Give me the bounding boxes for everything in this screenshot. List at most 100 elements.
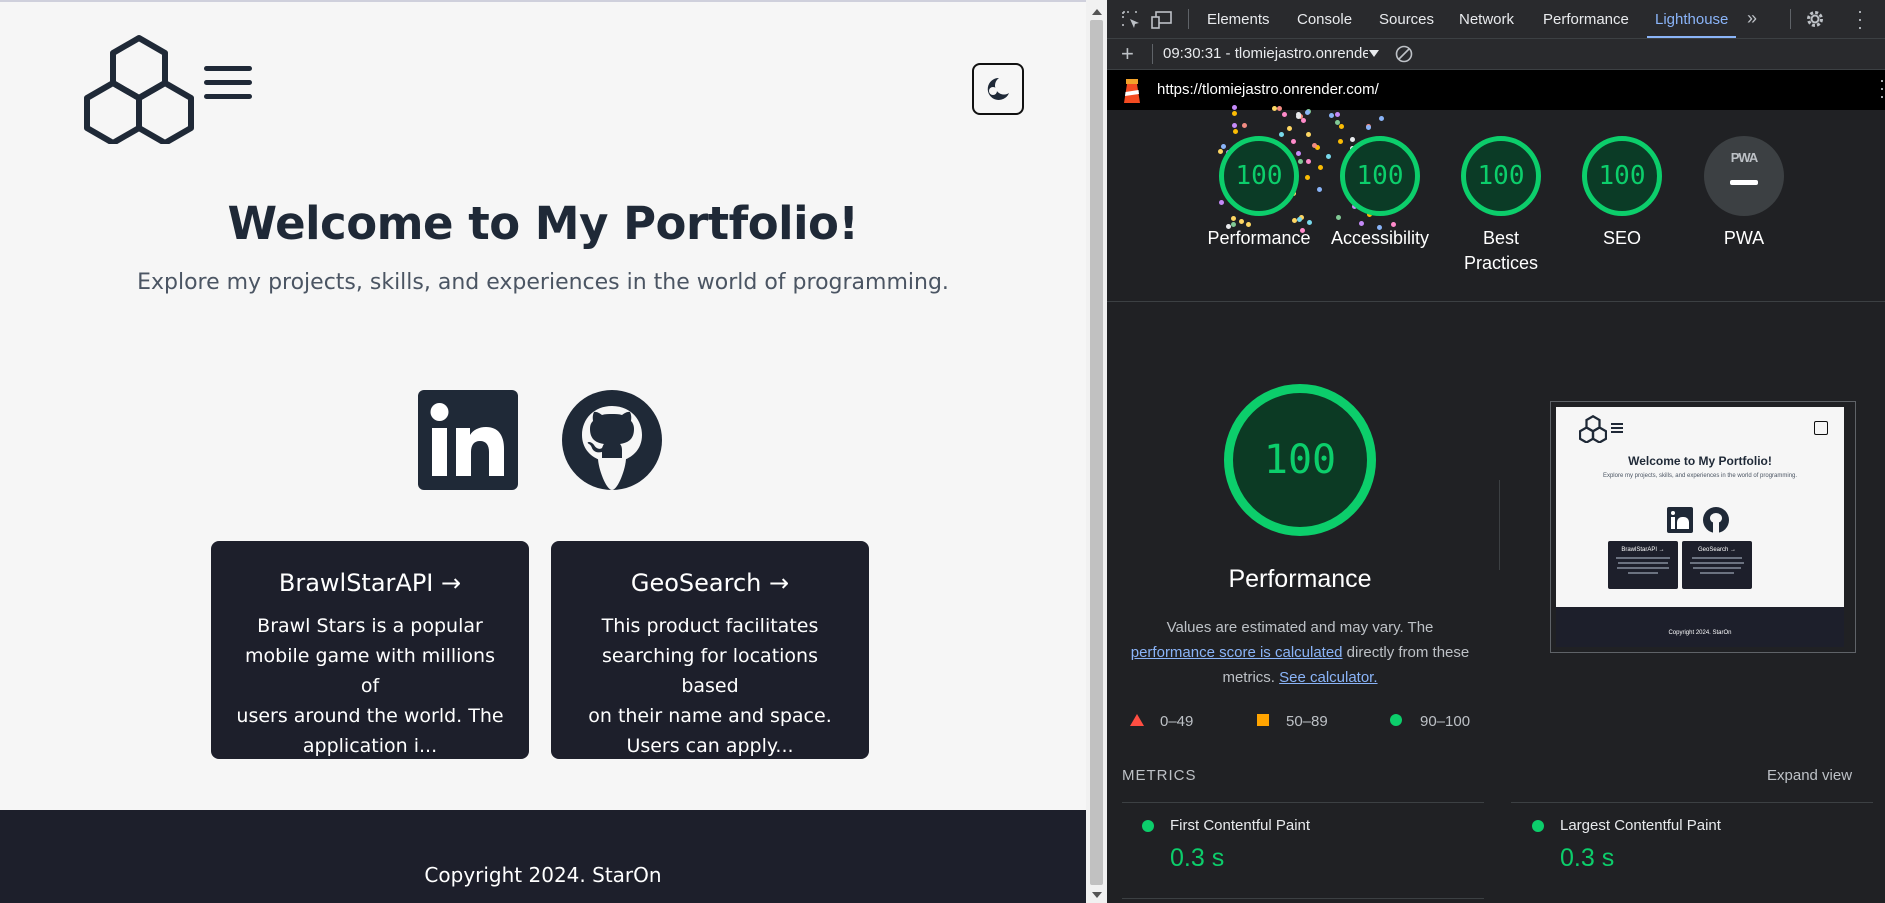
report-url-bar: https://tlomiejastro.onrender.com/ · · · [1107, 70, 1885, 110]
confetti-dot [1349, 136, 1355, 142]
thumbnail-page: Welcome to My Portfolio! Explore my proj… [1556, 407, 1844, 619]
metric-pass-circle-icon [1142, 820, 1154, 832]
confetti-dot [1218, 148, 1224, 154]
report-selector[interactable]: 09:30:31 - tlomiejastro.onrendе [1163, 45, 1368, 62]
thumbnail-hamburger-icon [1611, 423, 1623, 433]
metric-value-lcp: 0.3 s [1560, 844, 1615, 872]
confetti-dot [1241, 123, 1247, 129]
card-description: This product facilitates searching for l… [588, 615, 832, 757]
confetti-dot [1221, 144, 1227, 150]
hexagon-logo-icon[interactable] [83, 34, 195, 149]
new-report-plus-icon[interactable]: + [1121, 41, 1134, 67]
hamburger-menu-icon[interactable] [204, 66, 252, 108]
metric-pass-circle-icon [1532, 820, 1544, 832]
more-tabs-chevron-icon[interactable]: » [1747, 8, 1757, 29]
github-icon[interactable] [562, 390, 662, 495]
kebab-menu-icon[interactable]: · · · [1857, 2, 1863, 36]
confetti-dot [1316, 186, 1322, 192]
page-scrollbar[interactable] [1086, 0, 1107, 903]
confetti-dot [1232, 129, 1238, 135]
lighthouse-report: 100 Performance 100 Accessibility 100 Be… [1107, 104, 1885, 903]
inspect-element-icon[interactable] [1121, 10, 1141, 30]
tab-performance[interactable]: Performance [1543, 0, 1629, 38]
fail-triangle-icon [1130, 714, 1144, 726]
confetti-dot [1298, 159, 1304, 165]
performance-note: Values are estimated and may vary. The p… [1130, 619, 1470, 686]
project-card-brawlstarapi[interactable]: BrawlStarAPI → Brawl Stars is a popular … [211, 541, 529, 759]
confetti-dot [1366, 125, 1372, 131]
report-menu-kebab-icon[interactable]: · · · [1879, 71, 1885, 105]
page-screenshot-thumbnail[interactable]: Welcome to My Portfolio! Explore my proj… [1550, 401, 1856, 653]
best-practices-score-gauge[interactable]: 100 [1461, 136, 1541, 216]
confetti-dot [1306, 159, 1312, 165]
pwa-dash-icon [1730, 180, 1758, 185]
gear-icon[interactable] [1805, 9, 1825, 29]
accessibility-score-gauge[interactable]: 100 [1340, 136, 1420, 216]
thumbnail-github-icon [1703, 507, 1729, 533]
gauge-label-accessibility: Accessibility [1330, 228, 1430, 248]
page-footer: Copyright 2024. StarOn [0, 810, 1086, 903]
confetti-dot [1329, 113, 1335, 119]
see-calculator-link[interactable]: See calculator. [1279, 669, 1377, 686]
tab-lighthouse[interactable]: Lighthouse [1647, 0, 1737, 38]
confetti-dot [1337, 138, 1343, 144]
confetti-dot [1335, 215, 1341, 221]
confetti-dot [1301, 118, 1307, 124]
lighthouse-toolbar: + 09:30:31 - tlomiejastro.onrendе [1107, 39, 1885, 70]
expand-view-button[interactable]: Expand view [1767, 767, 1852, 784]
divider [1499, 480, 1500, 570]
scrollbar-thumb[interactable] [1090, 20, 1103, 885]
device-toolbar-icon[interactable] [1151, 10, 1173, 30]
confetti-dot [1296, 151, 1302, 157]
pass-circle-icon [1390, 714, 1402, 726]
report-url[interactable]: https://tlomiejastro.onrender.com/ [1157, 81, 1379, 98]
confetti-dot [1287, 125, 1293, 131]
divider [1511, 802, 1873, 803]
main-performance-gauge: 100 [1224, 384, 1376, 536]
metric-name-fcp: First Contentful Paint [1170, 817, 1311, 834]
card-description: Brawl Stars is a popular mobile game wit… [236, 615, 504, 757]
thumbnail-linkedin-icon [1667, 507, 1693, 533]
thumbnail-theme-icon [1814, 421, 1828, 435]
confetti-dot [1296, 216, 1302, 222]
confetti-dot [1338, 123, 1344, 129]
thumbnail-logo-icon [1579, 415, 1607, 443]
confetti-dot [1271, 105, 1277, 111]
confetti-dot [1325, 154, 1331, 160]
card-title[interactable]: GeoSearch → [573, 569, 847, 597]
average-square-icon [1257, 714, 1269, 726]
tab-elements[interactable]: Elements [1207, 0, 1270, 38]
gauge-label-pwa: PWA [1723, 228, 1765, 248]
thumbnail-title: Welcome to My Portfolio! [1628, 454, 1772, 468]
clear-block-icon[interactable] [1395, 45, 1413, 63]
card-title[interactable]: BrawlStarAPI → [233, 569, 507, 597]
confetti-dot [1238, 218, 1244, 224]
scroll-down-arrow-icon[interactable] [1092, 892, 1102, 898]
tab-sources[interactable]: Sources [1379, 0, 1434, 38]
score-calculated-link[interactable]: performance score is calculated [1131, 644, 1343, 661]
legend-average: 50–89 [1286, 713, 1328, 730]
portfolio-page: Welcome to My Portfolio! Explore my proj… [0, 0, 1086, 903]
confetti-dot [1218, 200, 1224, 206]
tab-console[interactable]: Console [1297, 0, 1352, 38]
divider [1122, 802, 1484, 803]
confetti-dot [1304, 110, 1310, 116]
linkedin-icon[interactable] [418, 390, 518, 495]
theme-toggle-button[interactable] [972, 63, 1024, 115]
gauge-label-best-practices: Best Practices [1463, 228, 1539, 273]
project-card-geosearch[interactable]: GeoSearch → This product facilitates sea… [551, 541, 869, 759]
tab-network[interactable]: Network [1459, 0, 1514, 38]
seo-score-gauge[interactable]: 100 [1582, 136, 1662, 216]
legend-pass: 90–100 [1420, 713, 1471, 730]
scroll-up-arrow-icon[interactable] [1092, 9, 1102, 15]
confetti-dot [1292, 218, 1298, 224]
dropdown-caret-icon[interactable] [1369, 50, 1379, 57]
devtools-panel: Elements Console Sources Network Perform… [1107, 0, 1885, 903]
confetti-dot [1279, 132, 1285, 138]
confetti-dot [1276, 105, 1282, 111]
pwa-badge-gauge[interactable]: PWA [1704, 136, 1784, 216]
performance-score-gauge[interactable]: 100 [1219, 136, 1299, 216]
metric-name-lcp: Largest Contentful Paint [1560, 817, 1721, 834]
confetti-dot [1305, 131, 1311, 137]
thumbnail-footer: Copyright 2024. StarOn [1556, 619, 1844, 647]
